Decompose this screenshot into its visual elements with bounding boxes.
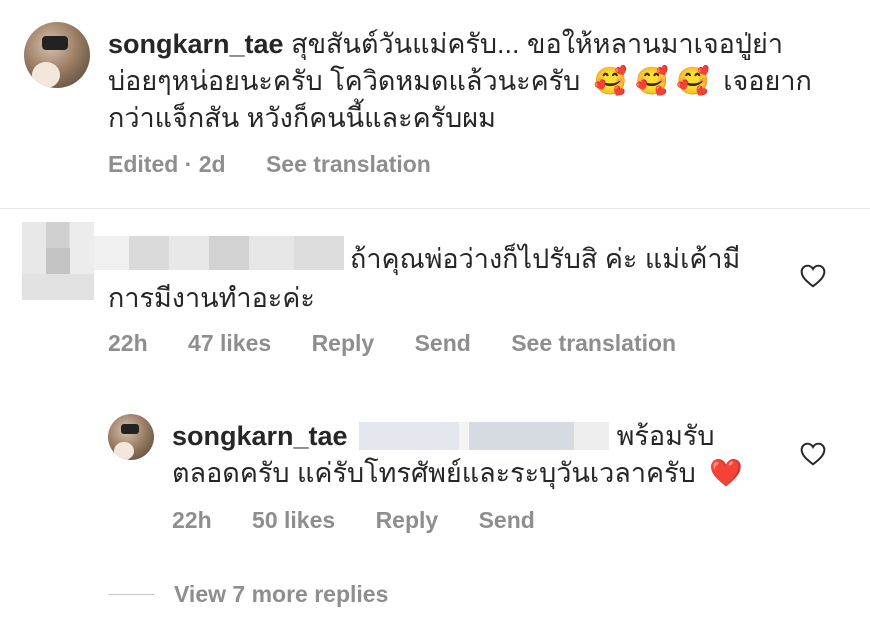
see-translation-link[interactable]: See translation (266, 151, 431, 177)
reply-button[interactable]: Reply (312, 330, 375, 356)
comment-text-line2: บ่อยๆหน่อยนะครับ โควิดหมดแล้วนะครับ (108, 66, 581, 96)
blurred-mention[interactable] (359, 422, 610, 450)
like-heart-icon[interactable] (800, 264, 826, 288)
time-label: 22h (108, 330, 148, 356)
emoji: 🥰 (634, 66, 669, 96)
emoji: 🥰 (676, 66, 710, 96)
username[interactable]: songkarn_tae (108, 29, 284, 59)
view-more-replies-button[interactable]: View 7 more replies (174, 581, 388, 608)
comment-text: สุขสันต์วันแม่ครับ... ขอให้หลานมาเจอปู่ย… (291, 29, 783, 59)
reply-body: songkarn_tae พร้อมรับ ตลอดครับ แค่รับโทร… (172, 418, 772, 492)
avatar[interactable] (108, 414, 154, 460)
comment-meta: 22h 47 likes Reply Send See translation (108, 330, 710, 357)
comment-text-line2: การมีงานทำอะค่ะ (108, 283, 315, 313)
divider (0, 208, 870, 209)
comment-meta: Edited · 2d See translation (108, 151, 465, 178)
edited-label: Edited · 2d (108, 151, 226, 177)
username[interactable]: songkarn_tae (172, 421, 348, 451)
comment-text-line3: กว่าแจ็กสัน หวังก็คนนี้และครับผม (108, 103, 496, 133)
reply-text-line2: ตลอดครับ แค่รับโทรศัพย์และระบุวันเวลาครั… (172, 458, 696, 488)
comment-text: ถ้าคุณพ่อว่างก็ไปรับสิ ค่ะ แม่เค้ามี (350, 244, 741, 274)
likes-count[interactable]: 50 likes (252, 507, 335, 533)
send-button[interactable]: Send (415, 330, 471, 356)
reply-meta: 22h 50 likes Reply Send (172, 507, 569, 534)
likes-count[interactable]: 47 likes (188, 330, 271, 356)
reply-button[interactable]: Reply (376, 507, 439, 533)
view-more-line (108, 594, 154, 595)
blurred-username[interactable] (94, 236, 344, 270)
like-heart-icon[interactable] (800, 442, 826, 466)
avatar[interactable] (22, 222, 94, 300)
comment-body: songkarn_tae สุขสันต์วันแม่ครับ... ขอให้… (108, 26, 828, 137)
time-label: 22h (172, 507, 212, 533)
comment-body: ถ้าคุณพ่อว่างก็ไปรับสิ ค่ะ แม่เค้ามี (350, 241, 790, 278)
send-button[interactable]: Send (479, 507, 535, 533)
heart-emoji: ❤️ (709, 458, 743, 488)
avatar[interactable] (24, 22, 90, 88)
emoji: 🥰 (593, 66, 628, 96)
comment-text-line2-tail: เจอยาก (723, 66, 812, 96)
reply-text: พร้อมรับ (616, 421, 715, 451)
see-translation-link[interactable]: See translation (511, 330, 676, 356)
